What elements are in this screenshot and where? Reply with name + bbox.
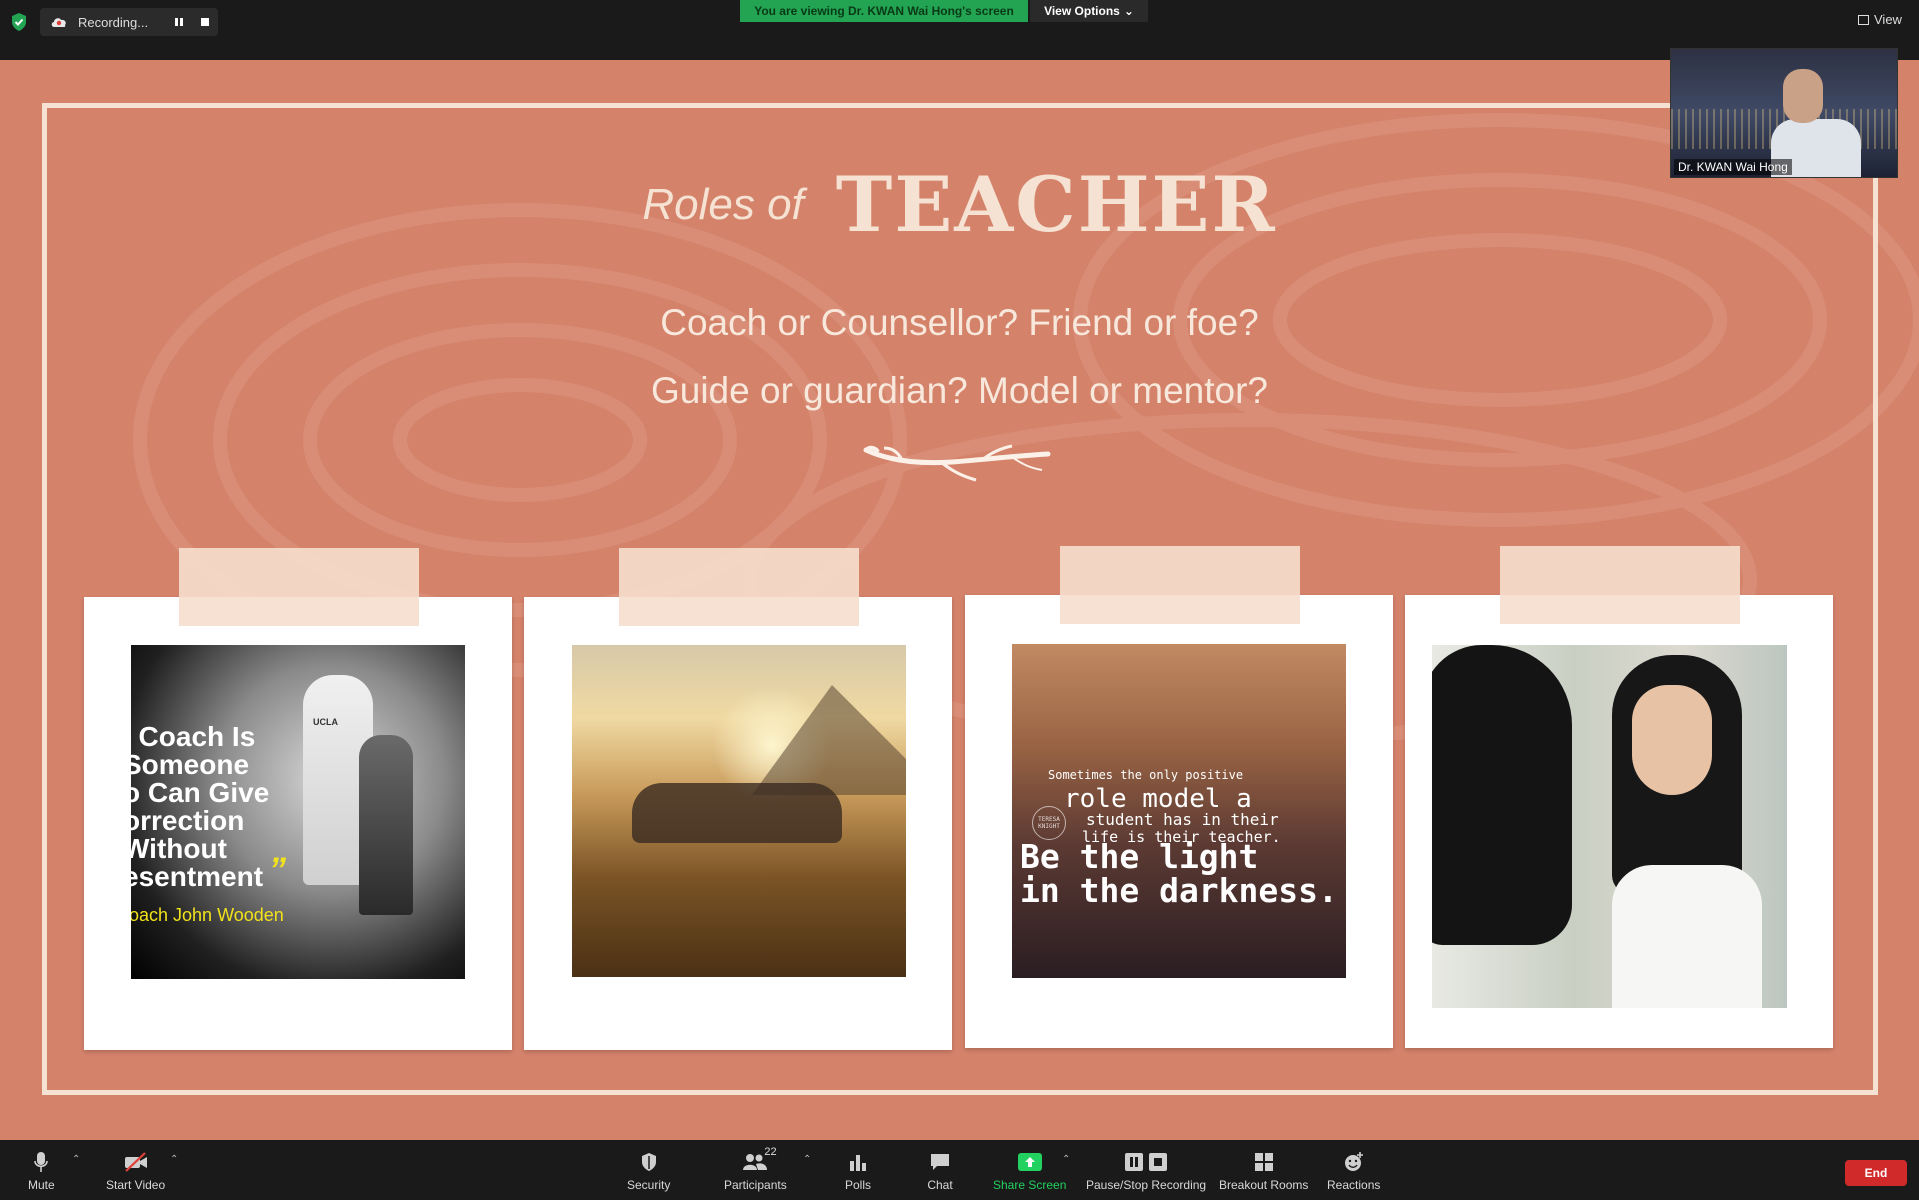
- recording-label: Recording...: [78, 14, 149, 30]
- end-meeting-button[interactable]: End: [1845, 1160, 1907, 1186]
- microphone-icon: [28, 1150, 54, 1174]
- slide-subtitle-line-2: Guide or guardian? Model or mentor?: [650, 370, 1269, 411]
- speaker-face: [1632, 685, 1712, 795]
- title-prefix: Roles of: [642, 179, 804, 229]
- viewing-banner-name: Dr. KWAN Wai Hong's screen: [848, 4, 1014, 18]
- conversation-photo: [1432, 645, 1787, 1008]
- chat-button[interactable]: Chat: [927, 1150, 953, 1192]
- view-options-label: View Options: [1044, 4, 1120, 18]
- quote-line-1: Sometimes the only positive: [1048, 768, 1244, 782]
- polls-button[interactable]: Polls: [845, 1150, 871, 1192]
- audio-options-chevron-icon[interactable]: ⌃: [72, 1154, 80, 1165]
- view-label: View: [1874, 12, 1902, 27]
- share-options-chevron-icon[interactable]: ⌃: [1062, 1154, 1070, 1165]
- cloud-recording-icon: [51, 18, 66, 27]
- branch-divider-icon: [863, 444, 1051, 482]
- chevron-down-icon: ⌄: [1123, 4, 1134, 18]
- pause-recording-icon[interactable]: [166, 8, 192, 36]
- speaker-head: [1783, 69, 1823, 123]
- viewing-banner-prefix: You are viewing: [754, 4, 845, 18]
- speaker-shirt: [1612, 865, 1762, 1008]
- author-stamp: TERESA KNIGHT: [1032, 806, 1066, 840]
- start-video-label: Start Video: [106, 1178, 166, 1192]
- participants-count: 22: [764, 1146, 777, 1158]
- breakout-rooms-icon: [1251, 1150, 1277, 1174]
- viewing-screen-banner: You are viewing Dr. KWAN Wai Hong's scre…: [740, 0, 1028, 22]
- participants-label: Participants: [724, 1178, 787, 1192]
- friends-meadow-photo: [572, 645, 906, 977]
- jersey-text: UCLA: [313, 717, 338, 727]
- security-button[interactable]: Security: [627, 1150, 670, 1192]
- participants-options-chevron-icon[interactable]: ⌃: [803, 1154, 811, 1165]
- video-off-icon: [123, 1150, 149, 1174]
- tape-strip: [1500, 546, 1740, 624]
- video-options-chevron-icon[interactable]: ⌃: [170, 1154, 178, 1165]
- coach-quote: . Coach Is Someone o Can Give orrection …: [131, 721, 270, 892]
- quote-mark: ”: [269, 851, 286, 889]
- view-button[interactable]: View: [1858, 12, 1902, 27]
- quote-line-5: Be the light in the darkness.: [1020, 837, 1338, 910]
- recording-indicator: Recording...: [40, 8, 218, 36]
- breakout-rooms-label: Breakout Rooms: [1219, 1178, 1309, 1192]
- polls-bar-chart-icon: [845, 1150, 871, 1174]
- chat-bubble-icon: [927, 1150, 953, 1174]
- polls-label: Polls: [845, 1178, 872, 1192]
- breakout-rooms-button[interactable]: Breakout Rooms: [1219, 1150, 1308, 1192]
- listener-silhouette: [1432, 645, 1572, 945]
- group-silhouette: [632, 783, 842, 843]
- quote-line-3: student has in their: [1086, 810, 1279, 829]
- mute-label: Mute: [28, 1178, 55, 1192]
- speaker-video-thumbnail[interactable]: Dr. KWAN Wai Hong: [1670, 48, 1898, 178]
- chat-label: Chat: [927, 1178, 953, 1192]
- meeting-toolbar: Mute ⌃ Start Video ⌃ Security 22 Partici…: [0, 1140, 1919, 1200]
- reactions-label: Reactions: [1327, 1178, 1381, 1192]
- stop-recording-icon[interactable]: [192, 8, 218, 36]
- start-video-button[interactable]: Start Video: [106, 1150, 165, 1192]
- mute-button[interactable]: Mute: [28, 1150, 55, 1192]
- encryption-shield-icon[interactable]: [10, 12, 28, 32]
- view-options-button[interactable]: View Options ⌄: [1030, 0, 1148, 22]
- role-model-quote-photo: Sometimes the only positive role model a…: [1012, 644, 1346, 978]
- gallery-view-icon: [1858, 14, 1869, 25]
- tape-strip: [1060, 546, 1300, 624]
- pause-stop-recording-button[interactable]: Pause/Stop Recording: [1086, 1150, 1206, 1192]
- participants-icon: 22: [742, 1146, 777, 1174]
- shared-slide: Roles of TEACHER Coach or Counsellor? Fri…: [0, 60, 1919, 1140]
- tape-strip: [179, 548, 419, 626]
- speaker-name-tag: Dr. KWAN Wai Hong: [1674, 159, 1792, 175]
- slide-title: Roles of TEACHER: [0, 160, 1919, 249]
- security-shield-icon: [636, 1150, 662, 1174]
- share-screen-button[interactable]: Share Screen: [993, 1150, 1066, 1192]
- reactions-button[interactable]: Reactions: [1327, 1150, 1380, 1192]
- reactions-smiley-icon: [1341, 1150, 1367, 1174]
- slide-subtitle-line-1: Coach or Counsellor? Friend or foe?: [660, 302, 1259, 343]
- security-label: Security: [627, 1178, 671, 1192]
- participants-button[interactable]: 22 Participants: [724, 1146, 787, 1192]
- coach-quote-author: oach John Wooden: [131, 905, 284, 925]
- mountain-shape: [752, 685, 906, 795]
- share-screen-label: Share Screen: [993, 1178, 1067, 1192]
- coach-wooden-photo: UCLA . Coach Is Someone o Can Give orrec…: [131, 645, 465, 979]
- tape-strip: [619, 548, 859, 626]
- share-screen-icon: [1017, 1150, 1043, 1174]
- title-main: TEACHER: [835, 160, 1277, 249]
- meeting-top-bar: Recording... You are viewing Dr. KWAN Wa…: [0, 0, 1919, 60]
- coach-figure: [359, 735, 413, 915]
- pause-stop-label: Pause/Stop Recording: [1086, 1178, 1207, 1192]
- pause-stop-icon: [1123, 1150, 1169, 1174]
